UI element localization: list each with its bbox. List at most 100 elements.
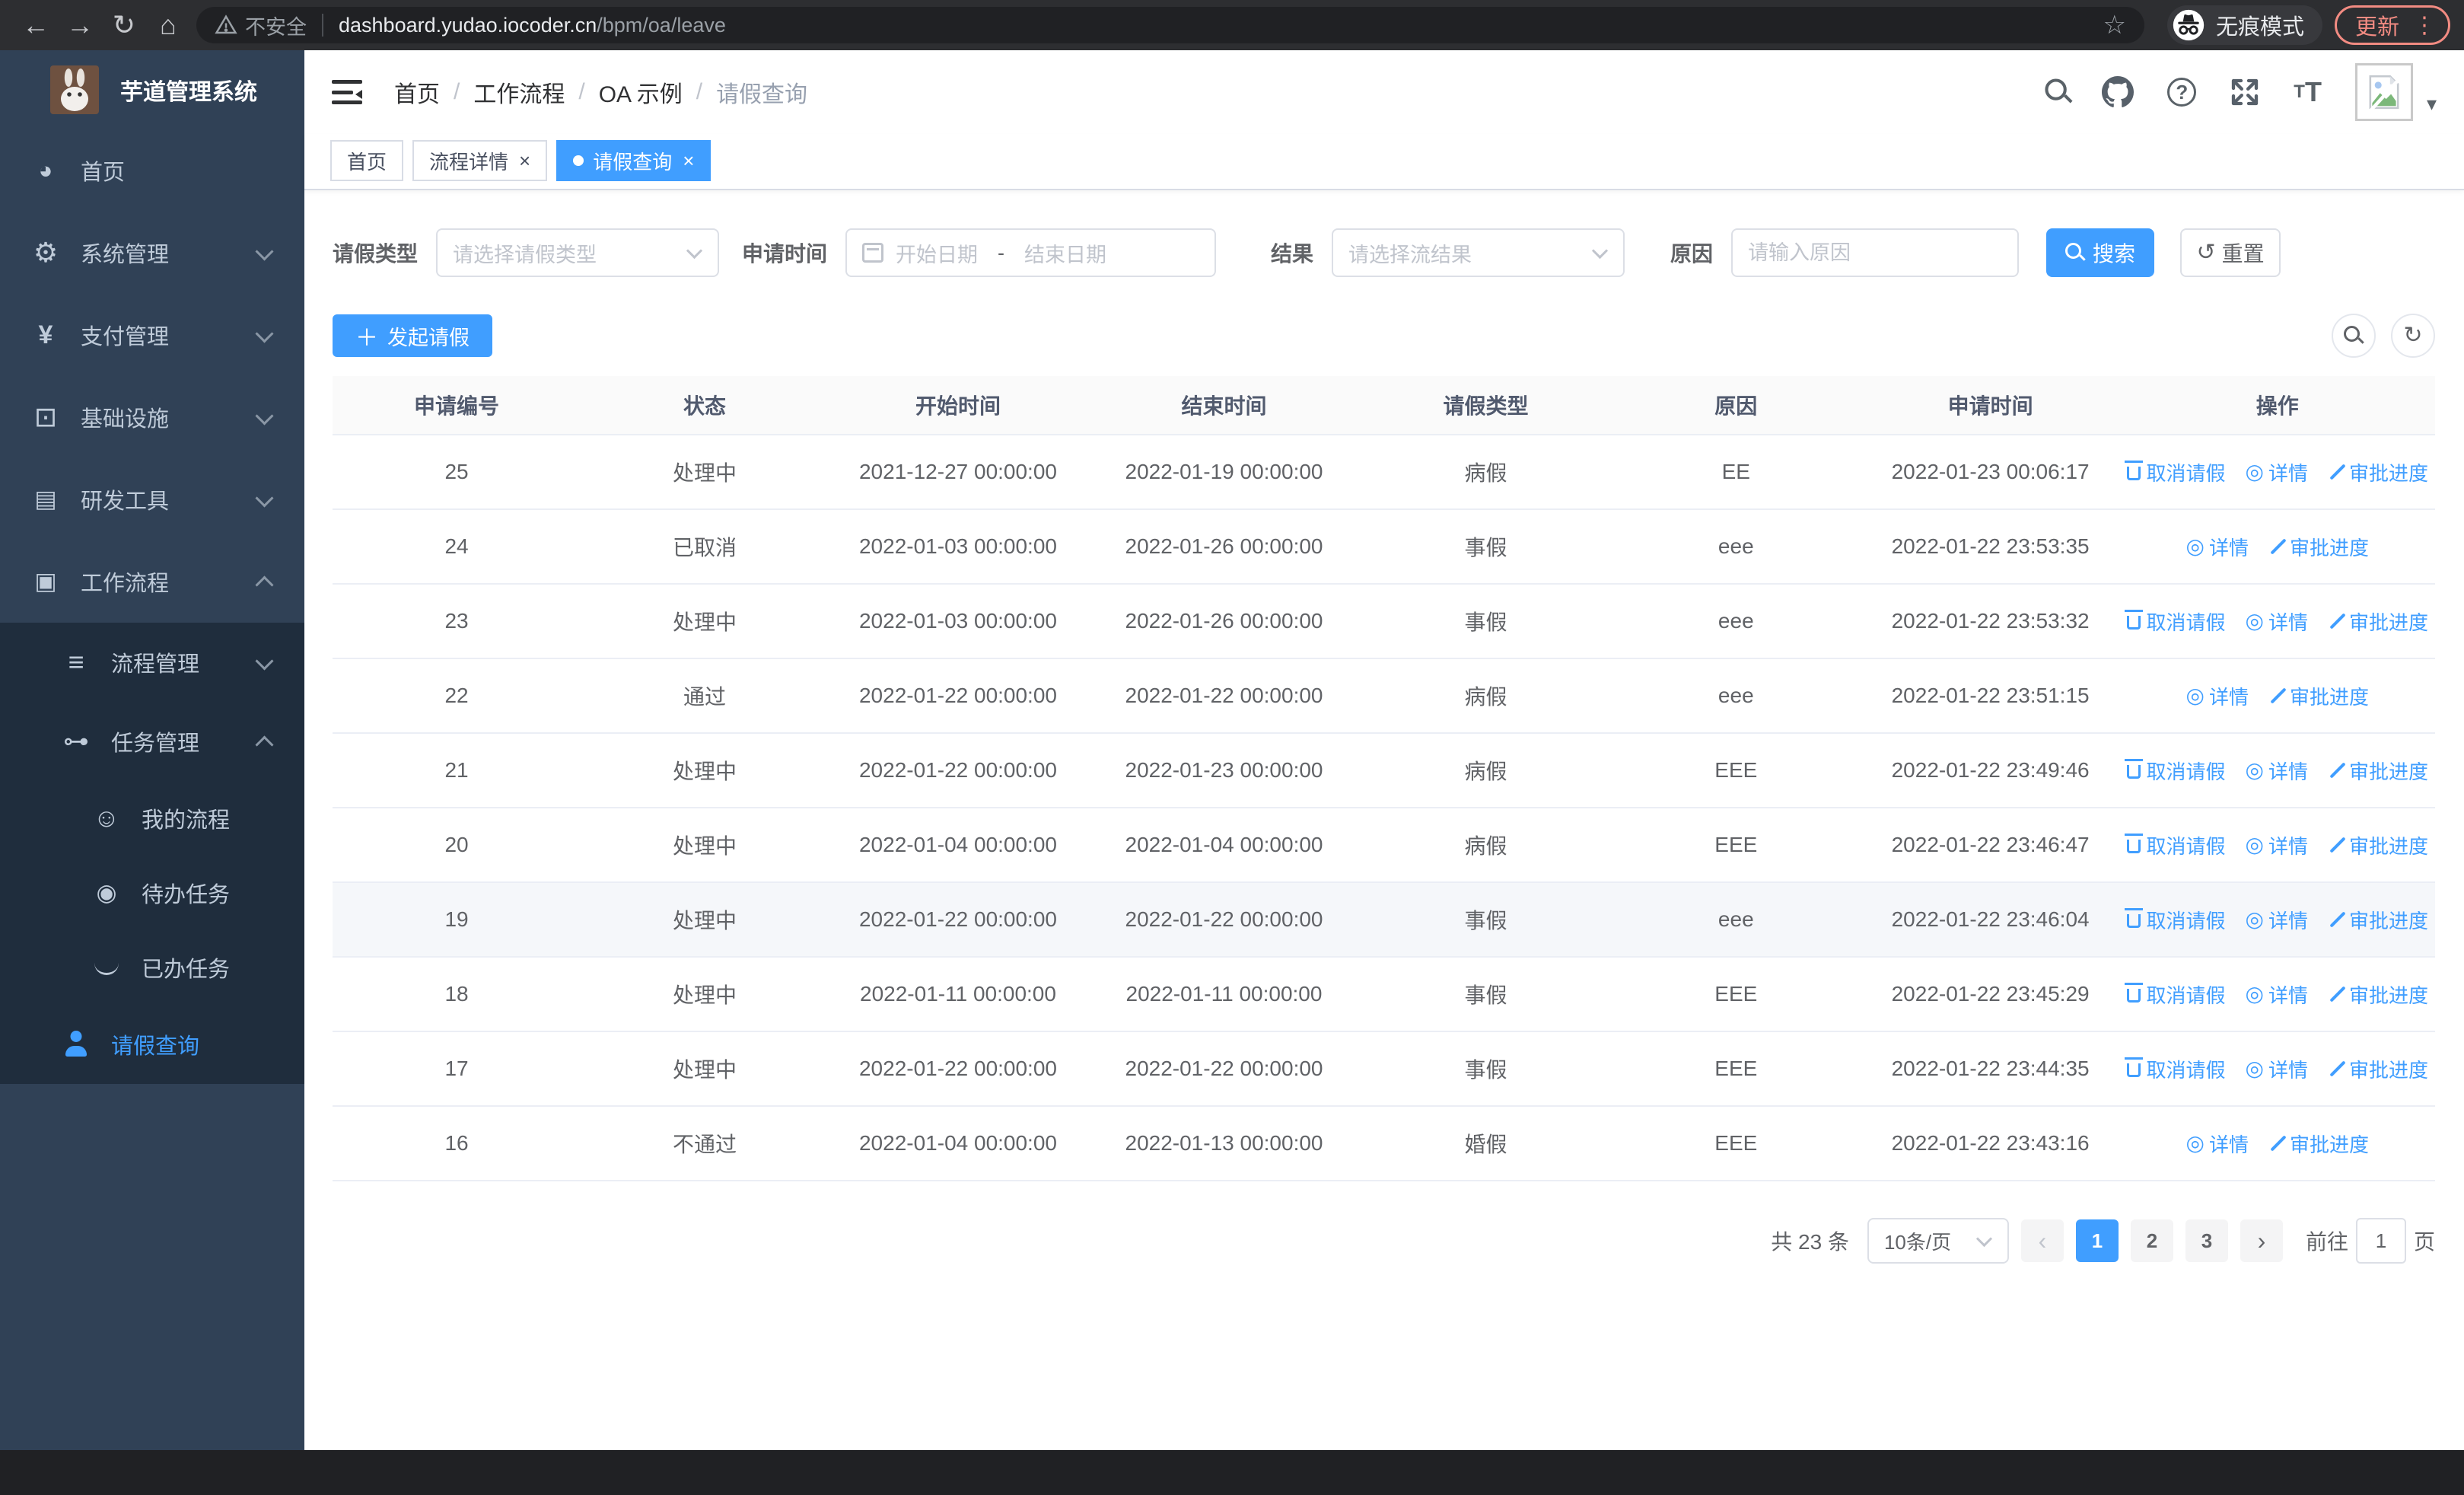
- cell-leave-type: 事假: [1361, 584, 1611, 659]
- cell-end-time: 2022-01-22 00:00:00: [1087, 1031, 1361, 1107]
- cancel-leave-link[interactable]: 取消请假: [2124, 1055, 2226, 1083]
- search-icon[interactable]: [2045, 78, 2068, 102]
- tab-leave-query[interactable]: 请假查询 ×: [556, 140, 712, 181]
- sidebar-item-done-tasks[interactable]: 已办任务: [0, 930, 304, 1005]
- cell-apply-time: 2022-01-22 23:45:29: [1861, 957, 2120, 1032]
- next-page-button[interactable]: ›: [2240, 1219, 2283, 1262]
- breadcrumb-item[interactable]: OA 示例: [599, 75, 683, 109]
- reason-input[interactable]: [1748, 241, 2003, 265]
- reload-icon[interactable]: ↻: [102, 9, 146, 41]
- github-icon[interactable]: [2102, 76, 2135, 108]
- sidebar-item-payment-management[interactable]: 支付管理: [0, 294, 304, 376]
- detail-link[interactable]: 详情: [2246, 757, 2308, 785]
- font-size-icon[interactable]: TT: [2294, 76, 2322, 108]
- cell-status: 不通过: [581, 1106, 829, 1181]
- cancel-leave-link[interactable]: 取消请假: [2124, 906, 2226, 934]
- cell-leave-type: 事假: [1361, 1031, 1611, 1107]
- sidebar-item-my-processes[interactable]: 我的流程: [0, 781, 304, 856]
- detail-link[interactable]: 详情: [2246, 980, 2308, 1009]
- avatar-caret-icon[interactable]: ▾: [2427, 92, 2437, 116]
- back-icon[interactable]: ←: [14, 9, 58, 41]
- sidebar-item-task-management[interactable]: 任务管理: [0, 702, 304, 781]
- breadcrumb-item[interactable]: 首页: [394, 75, 440, 109]
- cancel-leave-link[interactable]: 取消请假: [2124, 757, 2226, 785]
- chevron-icon: [256, 490, 274, 508]
- prev-page-button[interactable]: ‹: [2020, 1219, 2064, 1262]
- result-label: 结果: [1271, 242, 1314, 266]
- refresh-table-button[interactable]: ↻: [2391, 314, 2435, 358]
- collapse-sidebar-icon[interactable]: [332, 80, 362, 104]
- page-button-2[interactable]: 2: [2130, 1219, 2173, 1262]
- detail-link[interactable]: 详情: [2186, 682, 2249, 710]
- sidebar-item-leave-query[interactable]: 请假查询: [0, 1005, 304, 1084]
- approval-progress-link[interactable]: 审批进度: [2268, 682, 2369, 710]
- app-title: 芋道管理系统: [120, 80, 257, 105]
- incognito-badge: 无痕模式: [2166, 5, 2322, 45]
- sidebar-item-process-management[interactable]: 流程管理: [0, 623, 304, 702]
- close-icon[interactable]: ×: [683, 149, 694, 173]
- detail-link[interactable]: 详情: [2246, 607, 2308, 636]
- approval-progress-link[interactable]: 审批进度: [2328, 458, 2428, 486]
- result-select[interactable]: 请选择流结果: [1332, 228, 1625, 277]
- cancel-leave-link[interactable]: 取消请假: [2124, 831, 2226, 859]
- detail-link[interactable]: 详情: [2246, 1055, 2308, 1083]
- detail-link[interactable]: 详情: [2246, 458, 2308, 486]
- sidebar-item-home[interactable]: 首页: [0, 129, 304, 212]
- home-icon[interactable]: ⌂: [146, 9, 190, 41]
- approval-progress-link[interactable]: 审批进度: [2328, 906, 2428, 934]
- cell-apply-time: 2022-01-23 00:06:17: [1861, 435, 2120, 510]
- sidebar: 芋道管理系统 首页 系统管理 支付管理 基础设施 研发工具 工作流程 流程管理 …: [0, 50, 304, 1450]
- avatar[interactable]: [2354, 63, 2413, 121]
- address-bar[interactable]: 不安全 dashboard.yudao.iocoder.cn /bpm/oa/l…: [196, 7, 2144, 43]
- page-size-select[interactable]: 10条/页: [1867, 1218, 2009, 1264]
- row-actions: 详情审批进度: [2120, 682, 2435, 710]
- apply-time-range-picker[interactable]: 开始日期 - 结束日期: [845, 228, 1217, 277]
- breadcrumb-item[interactable]: 工作流程: [473, 75, 565, 109]
- cell-status: 处理中: [581, 957, 829, 1032]
- search-button[interactable]: 搜索: [2046, 228, 2155, 277]
- cell-id: 23: [333, 584, 581, 659]
- approval-progress-link[interactable]: 审批进度: [2328, 607, 2428, 636]
- page-button-3[interactable]: 3: [2185, 1219, 2228, 1262]
- create-leave-button[interactable]: ＋ 发起请假: [333, 314, 492, 357]
- row-actions: 取消请假详情审批进度: [2120, 980, 2435, 1009]
- apply-time-label: 申请时间: [742, 242, 828, 266]
- detail-link[interactable]: 详情: [2186, 1130, 2249, 1158]
- chevron-icon: [256, 653, 274, 671]
- reset-button[interactable]: ↺ 重置: [2180, 228, 2281, 277]
- detail-link[interactable]: 详情: [2186, 533, 2249, 561]
- yen-icon: [30, 320, 61, 349]
- detail-link[interactable]: 详情: [2246, 831, 2308, 859]
- approval-progress-link[interactable]: 审批进度: [2268, 1130, 2369, 1158]
- security-label[interactable]: 不安全: [245, 11, 307, 40]
- cell-leave-type: 病假: [1361, 733, 1611, 808]
- cancel-leave-link[interactable]: 取消请假: [2124, 458, 2226, 486]
- approval-progress-link[interactable]: 审批进度: [2268, 533, 2369, 561]
- close-icon[interactable]: ×: [519, 149, 530, 173]
- sidebar-item-system-management[interactable]: 系统管理: [0, 212, 304, 294]
- sidebar-item-todo-tasks[interactable]: 待办任务: [0, 856, 304, 930]
- approval-progress-link[interactable]: 审批进度: [2328, 831, 2428, 859]
- cancel-leave-link[interactable]: 取消请假: [2124, 980, 2226, 1009]
- approval-progress-link[interactable]: 审批进度: [2328, 757, 2428, 785]
- approval-progress-link[interactable]: 审批进度: [2328, 1055, 2428, 1083]
- leave-type-select[interactable]: 请选择请假类型: [436, 228, 720, 277]
- approval-progress-link[interactable]: 审批进度: [2328, 980, 2428, 1009]
- forward-icon[interactable]: →: [58, 9, 102, 41]
- browser-menu-dots-icon[interactable]: ⋮: [2413, 12, 2436, 39]
- pen-icon: [2268, 537, 2287, 556]
- sidebar-item-infrastructure[interactable]: 基础设施: [0, 376, 304, 458]
- show-search-button[interactable]: [2332, 314, 2376, 358]
- help-icon[interactable]: ?: [2167, 78, 2197, 107]
- cancel-leave-link[interactable]: 取消请假: [2124, 607, 2226, 636]
- sidebar-item-workflow[interactable]: 工作流程: [0, 540, 304, 623]
- fullscreen-icon[interactable]: [2230, 77, 2260, 107]
- page-button-1[interactable]: 1: [2075, 1219, 2119, 1262]
- tab-home[interactable]: 首页 ×: [330, 140, 404, 181]
- browser-update-button[interactable]: 更新 ⋮: [2334, 5, 2450, 45]
- bookmark-star-icon[interactable]: ☆: [2103, 10, 2125, 40]
- sidebar-item-dev-tools[interactable]: 研发工具: [0, 458, 304, 540]
- goto-page-input[interactable]: [2355, 1218, 2406, 1264]
- detail-link[interactable]: 详情: [2246, 906, 2308, 934]
- tab-process-detail[interactable]: 流程详情 ×: [412, 140, 548, 181]
